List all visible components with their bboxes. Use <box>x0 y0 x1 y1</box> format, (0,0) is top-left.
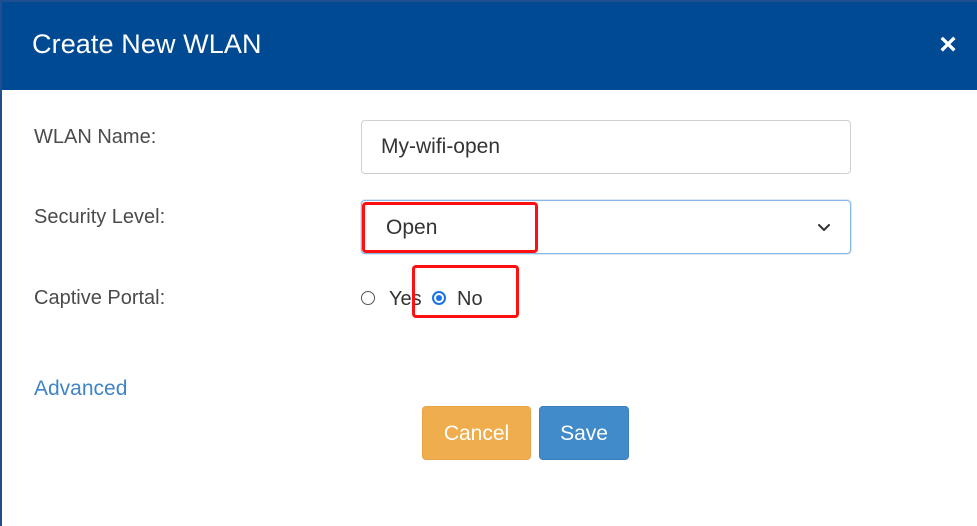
dialog-header: Create New WLAN × <box>2 2 977 90</box>
wlan-name-input[interactable]: My-wifi-open <box>361 120 851 174</box>
captive-portal-yes-label[interactable]: Yes <box>389 285 422 313</box>
captive-portal-yes-radio[interactable] <box>361 291 375 305</box>
close-icon[interactable]: × <box>933 30 963 60</box>
cancel-button[interactable]: Cancel <box>422 406 531 460</box>
captive-portal-no-label[interactable]: No <box>457 285 483 313</box>
create-wlan-dialog: Create New WLAN × WLAN Name: My-wifi-ope… <box>0 0 977 526</box>
security-level-value: Open <box>386 216 438 239</box>
advanced-link[interactable]: Advanced <box>34 375 127 403</box>
captive-portal-no-radio[interactable] <box>432 291 446 305</box>
security-level-select[interactable]: Open <box>361 200 851 254</box>
chevron-down-icon <box>818 224 830 231</box>
save-button[interactable]: Save <box>539 406 629 460</box>
security-level-label: Security Level: <box>34 206 166 228</box>
wlan-name-label: WLAN Name: <box>34 126 157 148</box>
dialog-title: Create New WLAN <box>32 29 262 59</box>
captive-portal-label: Captive Portal: <box>34 287 166 309</box>
